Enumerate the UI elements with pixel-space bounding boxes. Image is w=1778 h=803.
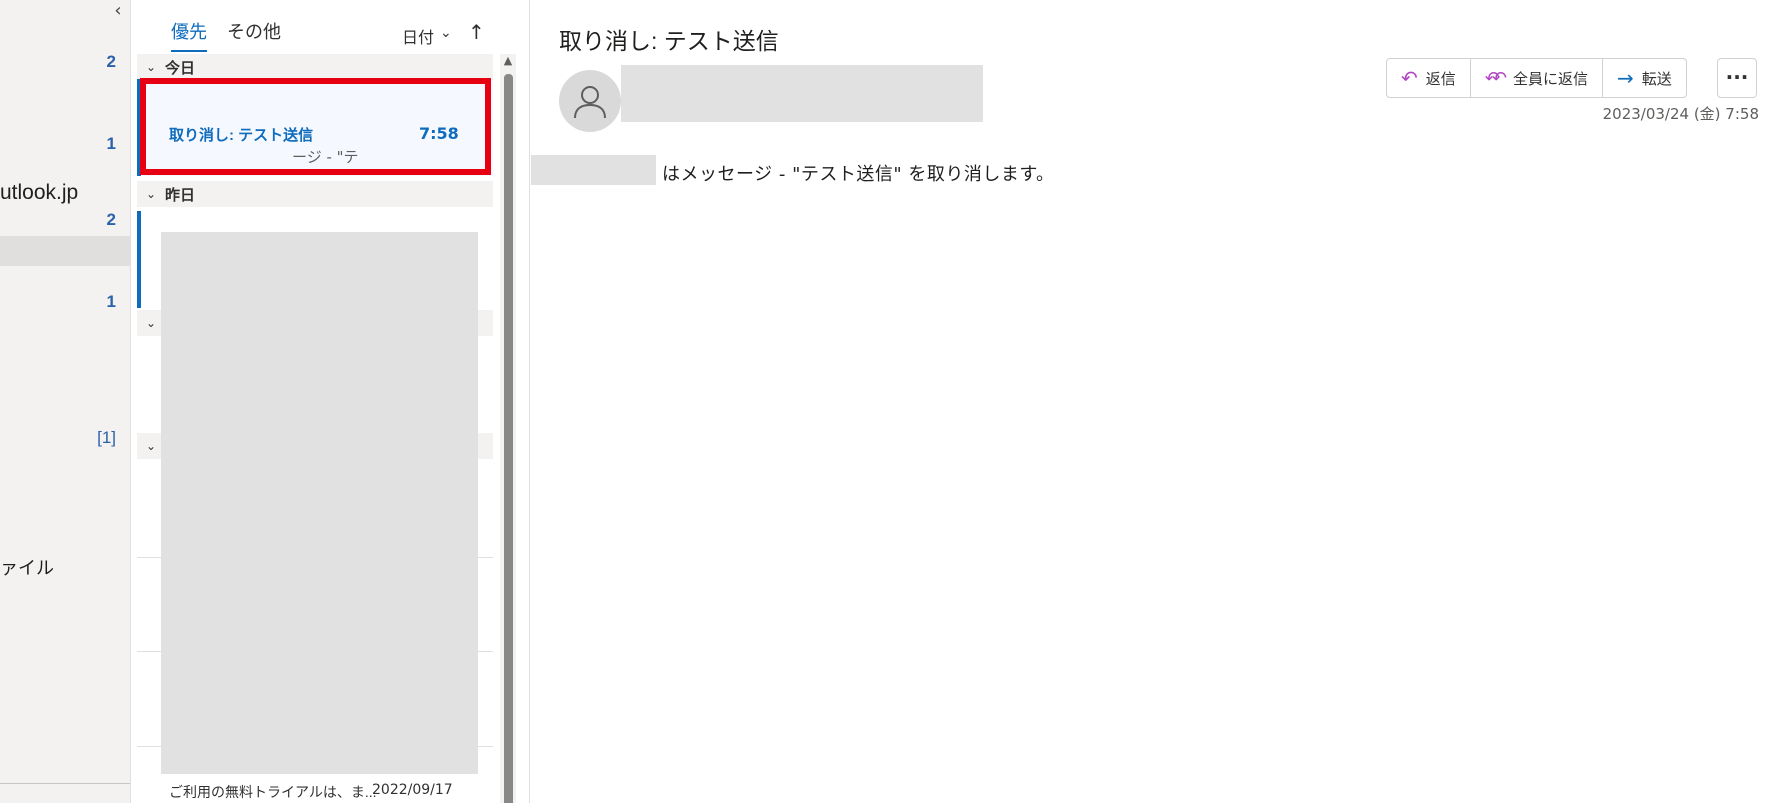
collapse-folder-pane-button[interactable]: ‹ [108, 0, 128, 22]
reply-all-label: 全員に返信 [1512, 69, 1588, 88]
tab-other[interactable]: その他 [227, 18, 281, 52]
chevron-down-icon: ⌄ [145, 60, 157, 74]
inbox-tabs: 優先 その他 [171, 18, 281, 52]
folder-unread-count: 2 [106, 210, 116, 229]
more-actions-button[interactable]: ··· [1717, 58, 1757, 98]
group-header-yesterday[interactable]: ⌄ 昨日 [137, 181, 493, 207]
group-header-today[interactable]: ⌄ 今日 [137, 54, 493, 80]
scroll-thumb[interactable] [504, 74, 513, 803]
divider [0, 783, 130, 784]
chevron-left-icon: ‹ [114, 0, 122, 21]
forward-icon: → [1616, 66, 1634, 90]
person-icon [574, 86, 606, 119]
forward-button[interactable]: → 転送 [1602, 58, 1687, 98]
folder-pane: ‹ 2 1 utlook.jp 2 1 [1] ァイル [0, 0, 131, 803]
account-name[interactable]: utlook.jp [0, 181, 78, 205]
chevron-down-icon: ⌄ [145, 187, 157, 201]
folder-unread-count: 2 [106, 52, 116, 71]
folder-unread-count: 1 [106, 134, 116, 153]
message-list-scrollbar[interactable]: ▲ [500, 54, 516, 803]
reply-icon: ↶ [1401, 66, 1418, 90]
scroll-up-icon[interactable]: ▲ [500, 54, 516, 70]
reading-pane: 取り消し: テスト送信 ↶ 返信 ↶↶ 全員に返信 → 転送 ··· 2023/… [531, 0, 1778, 803]
reply-label: 返信 [1425, 69, 1456, 88]
message-preview: ージ - "テ [292, 148, 359, 166]
forward-label: 転送 [1641, 69, 1672, 88]
folder-item-files[interactable]: ァイル [0, 554, 54, 580]
mail-body: はメッセージ - "テスト送信" を取り消します。 [662, 164, 1055, 185]
more-icon: ··· [1725, 65, 1749, 89]
message-subject: 取り消し: テスト送信 [169, 127, 314, 144]
mail-subject: 取り消し: テスト送信 [559, 28, 779, 54]
redacted-sender [621, 65, 983, 122]
redacted-body-sender [531, 155, 656, 185]
folder-item-selected[interactable] [0, 236, 130, 266]
message-actions: ↶ 返信 ↶↶ 全員に返信 → 転送 [1386, 58, 1687, 98]
avatar[interactable] [559, 70, 621, 132]
message-list: 優先 その他 日付 ⌄ ↑ ⌄ 今日 取り消し: テスト送信 7:58 ージ -… [131, 0, 530, 803]
sort-by-date-button[interactable]: 日付 ⌄ [402, 24, 452, 48]
tab-focused[interactable]: 優先 [171, 18, 207, 52]
message-time: 7:58 [419, 124, 459, 143]
reply-all-icon: ↶↶ [1484, 67, 1507, 89]
message-date: 2022/09/17 [372, 782, 453, 798]
sort-direction-icon[interactable]: ↑ [468, 20, 485, 44]
group-label: 昨日 [165, 185, 196, 204]
reply-button[interactable]: ↶ 返信 [1386, 58, 1471, 98]
folder-draft-count: [1] [97, 428, 116, 447]
chevron-down-icon: ⌄ [440, 25, 452, 41]
folder-unread-count: 1 [106, 292, 116, 311]
sort-label: 日付 [402, 28, 435, 47]
group-label: 今日 [165, 58, 196, 77]
reply-all-button[interactable]: ↶↶ 全員に返信 [1470, 58, 1603, 98]
mail-date: 2023/03/24 (金) 7:58 [1602, 105, 1759, 123]
unread-indicator [137, 211, 141, 308]
redacted-area [161, 232, 478, 774]
message-preview[interactable]: ご利用の無料トライアルは、ま... [169, 782, 377, 802]
